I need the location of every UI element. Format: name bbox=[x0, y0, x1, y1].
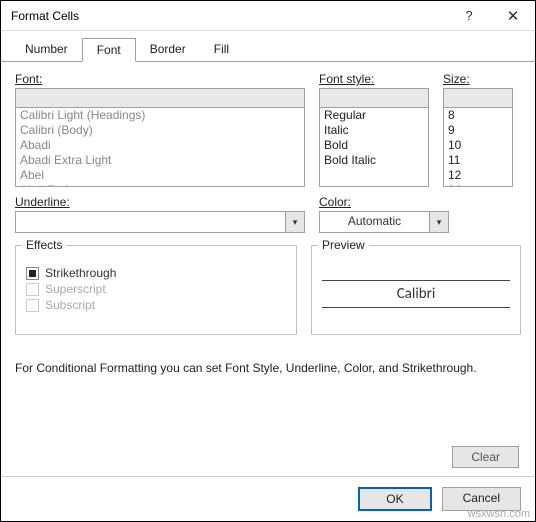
chevron-down-icon[interactable]: ▾ bbox=[429, 211, 449, 233]
font-style-list[interactable]: Regular Italic Bold Bold Italic bbox=[319, 107, 429, 187]
subscript-checkbox: Subscript bbox=[26, 298, 286, 312]
list-item[interactable]: Bold Italic bbox=[320, 153, 428, 168]
effects-group: Effects Strikethrough Superscript Subscr… bbox=[15, 245, 297, 335]
content-pane: Font: Calibri Light (Headings) Calibri (… bbox=[1, 62, 535, 476]
checkbox-icon bbox=[26, 283, 39, 296]
list-item[interactable]: Abel bbox=[16, 168, 304, 183]
list-item[interactable]: Regular bbox=[320, 108, 428, 123]
size-label: Size: bbox=[443, 72, 513, 86]
clear-button[interactable]: Clear bbox=[452, 446, 519, 468]
color-combo[interactable]: Automatic ▾ bbox=[319, 211, 449, 233]
window-title: Format Cells bbox=[11, 9, 447, 23]
strikethrough-checkbox[interactable]: Strikethrough bbox=[26, 266, 286, 280]
list-item[interactable]: 12 bbox=[444, 168, 512, 183]
chevron-down-icon[interactable]: ▾ bbox=[285, 211, 305, 233]
list-item[interactable]: 11 bbox=[444, 153, 512, 168]
watermark: wsxwsn.com bbox=[468, 508, 530, 520]
titlebar: Format Cells ? ✕ bbox=[1, 1, 535, 31]
preview-text: Calibri bbox=[322, 280, 510, 308]
underline-label: Underline: bbox=[15, 195, 305, 209]
subscript-label: Subscript bbox=[45, 298, 95, 312]
ok-button[interactable]: OK bbox=[358, 487, 431, 511]
font-label: Font: bbox=[15, 72, 305, 86]
tab-border[interactable]: Border bbox=[136, 38, 200, 62]
underline-combo[interactable]: ▾ bbox=[15, 211, 305, 233]
color-value[interactable]: Automatic bbox=[319, 211, 429, 233]
format-cells-dialog: Format Cells ? ✕ Number Font Border Fill… bbox=[0, 0, 536, 522]
size-list[interactable]: 8 9 10 11 12 14 bbox=[443, 107, 513, 187]
checkbox-icon bbox=[26, 267, 39, 280]
color-label: Color: bbox=[319, 195, 449, 209]
tab-strip: Number Font Border Fill bbox=[1, 31, 535, 62]
font-list[interactable]: Calibri Light (Headings) Calibri (Body) … bbox=[15, 107, 305, 187]
info-note: For Conditional Formatting you can set F… bbox=[15, 361, 521, 375]
list-item[interactable]: Bold bbox=[320, 138, 428, 153]
checkbox-icon bbox=[26, 299, 39, 312]
close-button[interactable]: ✕ bbox=[491, 1, 535, 31]
effects-legend: Effects bbox=[22, 238, 66, 252]
footer: OK Cancel bbox=[1, 476, 535, 521]
tab-fill[interactable]: Fill bbox=[200, 38, 243, 62]
preview-legend: Preview bbox=[318, 238, 369, 252]
list-item[interactable]: Abadi Extra Light bbox=[16, 153, 304, 168]
font-input[interactable] bbox=[15, 88, 305, 108]
help-button[interactable]: ? bbox=[447, 1, 491, 31]
superscript-checkbox: Superscript bbox=[26, 282, 286, 296]
list-item[interactable]: 10 bbox=[444, 138, 512, 153]
list-item[interactable]: 8 bbox=[444, 108, 512, 123]
font-style-label: Font style: bbox=[319, 72, 429, 86]
font-style-input[interactable] bbox=[319, 88, 429, 108]
preview-group: Preview Calibri bbox=[311, 245, 521, 335]
underline-value[interactable] bbox=[15, 211, 285, 233]
tab-font[interactable]: Font bbox=[82, 38, 136, 62]
list-item[interactable]: 14 bbox=[444, 183, 512, 187]
superscript-label: Superscript bbox=[45, 282, 106, 296]
strikethrough-label: Strikethrough bbox=[45, 266, 116, 280]
size-input[interactable] bbox=[443, 88, 513, 108]
tab-number[interactable]: Number bbox=[11, 38, 82, 62]
list-item[interactable]: Italic bbox=[320, 123, 428, 138]
list-item[interactable]: Calibri (Body) bbox=[16, 123, 304, 138]
list-item[interactable]: 9 bbox=[444, 123, 512, 138]
list-item[interactable]: Calibri Light (Headings) bbox=[16, 108, 304, 123]
list-item[interactable]: Abadi bbox=[16, 138, 304, 153]
list-item[interactable]: Abril Fatface bbox=[16, 183, 304, 187]
